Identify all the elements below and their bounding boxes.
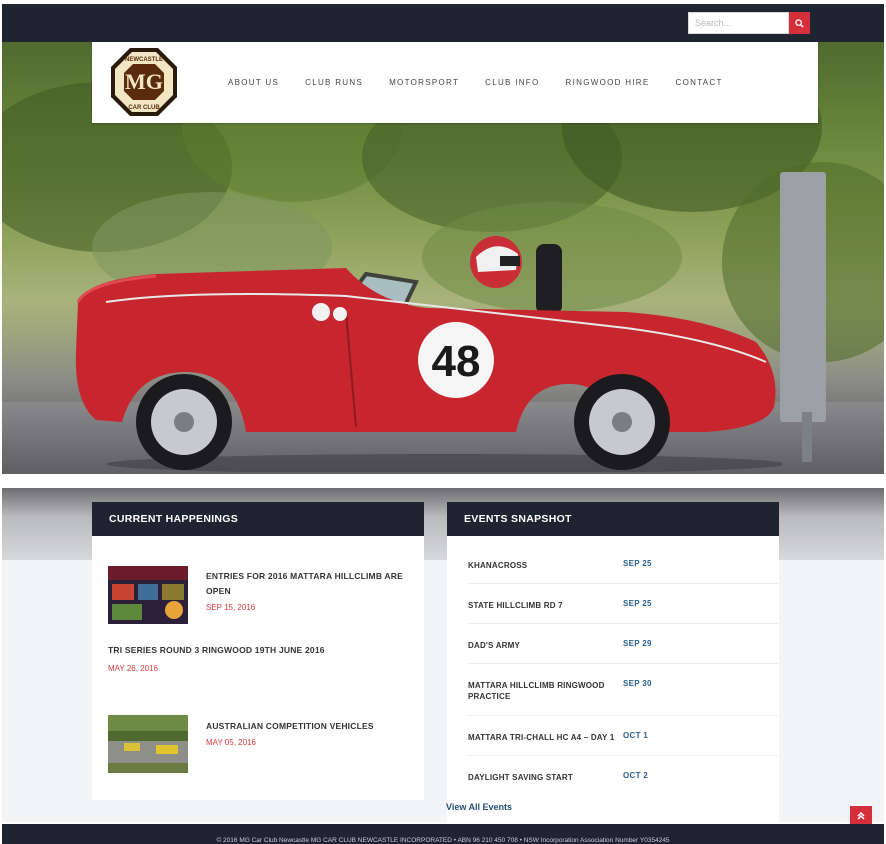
news-date: MAY 05, 2016 — [206, 738, 256, 747]
events-snapshot-panel: KHANACROSS SEP 25 STATE HILLCLIMB RD 7 S… — [447, 536, 779, 822]
event-row[interactable]: KHANACROSS SEP 25 — [468, 544, 778, 584]
event-date: SEP 25 — [623, 559, 652, 568]
current-happenings-heading: CURRENT HAPPENINGS — [92, 502, 424, 536]
nav-ringwood-hire[interactable]: RINGWOOD HIRE — [566, 78, 650, 87]
event-date: OCT 2 — [623, 771, 649, 780]
event-date: OCT 1 — [623, 731, 649, 740]
car-number: 48 — [432, 337, 481, 386]
logo-bottom-text: CAR CLUB — [128, 105, 160, 111]
event-row[interactable]: MATTARA TRI-CHALL HC A4 – DAY 1 OCT 1 — [468, 716, 778, 756]
main-nav: ABOUT US CLUB RUNS MOTORSPORT CLUB INFO … — [228, 78, 749, 87]
chevron-up-icon — [857, 811, 865, 820]
search-icon — [795, 18, 804, 28]
nav-club-info[interactable]: CLUB INFO — [485, 78, 539, 87]
footer-copyright: © 2016 MG Car Club Newcastle MG CAR CLUB… — [216, 837, 670, 844]
news-date: SEP 15, 2016 — [206, 603, 256, 612]
red-mg-car: 48 — [75, 236, 782, 472]
search-input[interactable] — [688, 12, 789, 34]
page: 48 MG NEWCASTLE CAR CLUB ABOUT US CLUB R… — [0, 0, 886, 844]
event-date: SEP 30 — [623, 679, 652, 688]
nav-club-runs[interactable]: CLUB RUNS — [305, 78, 363, 87]
event-name: MATTARA HILLCLIMB RINGWOOD PRACTICE — [468, 681, 605, 701]
top-bar — [2, 4, 884, 42]
view-all-events-link[interactable]: View All Events — [446, 802, 512, 812]
sign-pole — [802, 412, 812, 462]
events-snapshot-heading: EVENTS SNAPSHOT — [447, 502, 779, 536]
news-thumbnail-image — [108, 566, 188, 624]
news-thumbnail-image — [108, 715, 188, 773]
road-sign-post — [780, 172, 826, 422]
nav-about-us[interactable]: ABOUT US — [228, 78, 279, 87]
header-nav-box: MG NEWCASTLE CAR CLUB ABOUT US CLUB RUNS… — [92, 42, 818, 123]
search-form — [688, 12, 810, 34]
news-title[interactable]: TRI SERIES ROUND 3 RINGWOOD 19TH JUNE 20… — [108, 643, 408, 658]
event-name: KHANACROSS — [468, 561, 528, 570]
event-date: SEP 29 — [623, 639, 652, 648]
logo-top-text: NEWCASTLE — [125, 57, 163, 63]
news-date: MAY 26, 2016 — [108, 664, 158, 673]
search-button[interactable] — [789, 12, 810, 34]
logo-mg-text: MG — [125, 69, 163, 94]
news-title[interactable]: AUSTRALIAN COMPETITION VEHICLES — [206, 719, 411, 734]
nav-motorsport[interactable]: MOTORSPORT — [389, 78, 459, 87]
back-to-top-button[interactable] — [850, 806, 872, 826]
event-date: SEP 25 — [623, 599, 652, 608]
mg-car-club-logo[interactable]: MG NEWCASTLE CAR CLUB — [109, 46, 179, 118]
current-happenings-panel: ENTRIES FOR 2016 MATTARA HILLCLIMB ARE O… — [92, 536, 424, 800]
event-name: DAYLIGHT SAVING START — [468, 773, 573, 782]
event-row[interactable]: STATE HILLCLIMB RD 7 SEP 25 — [468, 584, 778, 624]
event-name: STATE HILLCLIMB RD 7 — [468, 601, 563, 610]
event-row[interactable]: MATTARA HILLCLIMB RINGWOOD PRACTICE SEP … — [468, 664, 778, 716]
nav-contact[interactable]: CONTACT — [676, 78, 723, 87]
event-name: MATTARA TRI-CHALL HC A4 – DAY 1 — [468, 733, 615, 742]
news-thumbnail[interactable] — [108, 566, 188, 624]
news-title[interactable]: ENTRIES FOR 2016 MATTARA HILLCLIMB ARE O… — [206, 569, 411, 599]
news-thumbnail[interactable] — [108, 715, 188, 773]
event-name: DAD'S ARMY — [468, 641, 521, 650]
event-row[interactable]: DAYLIGHT SAVING START OCT 2 — [468, 756, 778, 796]
footer: © 2016 MG Car Club Newcastle MG CAR CLUB… — [2, 824, 884, 844]
event-row[interactable]: DAD'S ARMY SEP 29 — [468, 624, 778, 664]
